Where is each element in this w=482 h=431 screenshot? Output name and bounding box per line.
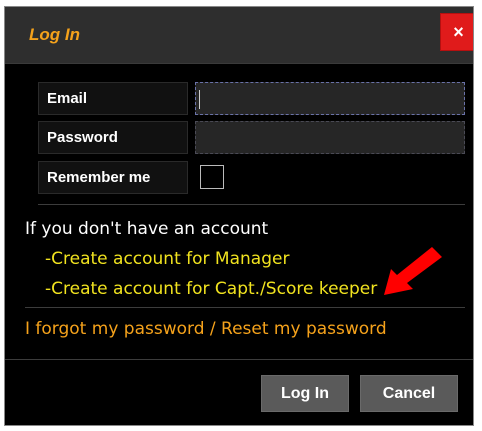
dialog-titlebar: Log In ×	[5, 7, 473, 64]
cancel-button[interactable]: Cancel	[360, 375, 458, 412]
login-dialog: Log In × Email Password Remember me If y…	[4, 6, 474, 426]
dialog-title: Log In	[29, 25, 80, 44]
remember-me-label: Remember me	[38, 161, 188, 194]
footer-divider	[5, 359, 473, 360]
text-caret	[199, 90, 200, 109]
divider	[25, 307, 465, 308]
email-label: Email	[38, 82, 188, 115]
divider	[38, 204, 465, 205]
password-label: Password	[38, 121, 188, 154]
remember-me-checkbox[interactable]	[200, 165, 224, 189]
email-field[interactable]	[195, 82, 465, 115]
reset-password-link[interactable]: I forgot my password / Reset my password	[25, 319, 387, 339]
account-intro-text: If you don't have an account	[25, 219, 269, 239]
create-manager-link[interactable]: -Create account for Manager	[45, 249, 289, 269]
login-button[interactable]: Log In	[261, 375, 349, 412]
close-button[interactable]: ×	[440, 13, 473, 51]
close-icon: ×	[453, 22, 464, 42]
red-arrow-icon	[384, 247, 442, 295]
password-field[interactable]	[195, 121, 465, 154]
create-captain-link[interactable]: -Create account for Capt./Score keeper	[45, 279, 377, 299]
